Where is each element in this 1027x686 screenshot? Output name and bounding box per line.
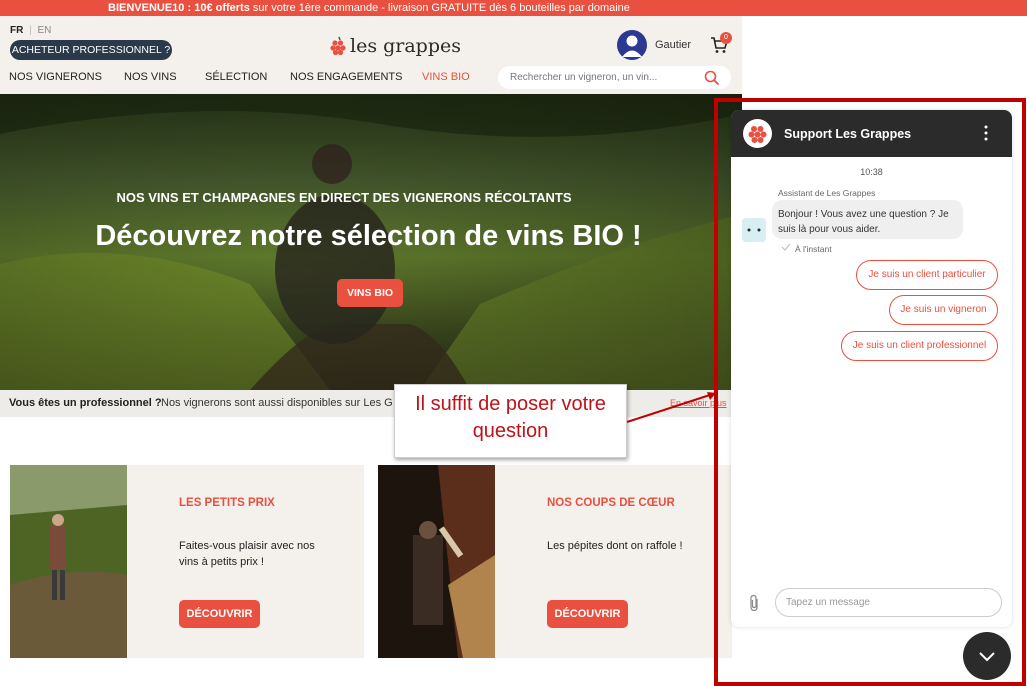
message-status: À l'instant: [795, 244, 832, 254]
user-name: Gautier: [655, 39, 692, 51]
hero-title: Découvrez notre sélection de vins BIO !: [95, 220, 642, 252]
chat-header: Support Les Grappes: [731, 110, 1012, 157]
more-options-icon[interactable]: [983, 124, 989, 142]
annotation-arrow-icon: [626, 392, 717, 423]
card-image-vineyard: [10, 465, 127, 658]
search-input[interactable]: [510, 66, 695, 89]
chat-message-field: [775, 588, 1002, 617]
hero-banner: NOS VINS ET CHAMPAGNES EN DIRECT DES VIG…: [0, 94, 742, 390]
hero-subtitle: NOS VINS ET CHAMPAGNES EN DIRECT DES VIG…: [116, 190, 572, 205]
nav-item-vins[interactable]: NOS VINS: [124, 71, 177, 83]
card-title: NOS COUPS DE CŒUR: [547, 497, 675, 509]
nav-item-selection[interactable]: SÉLECTION: [205, 71, 267, 83]
option-particulier[interactable]: Je suis un client particulier: [856, 260, 998, 290]
nav-item-vins-bio[interactable]: VINS BIO: [422, 71, 470, 83]
promo-text: sur votre 1ère commande - livraison GRAT…: [249, 2, 630, 14]
cart-button[interactable]: 0: [710, 32, 732, 56]
lang-separator: |: [29, 25, 32, 36]
sent-check-icon: [781, 243, 791, 251]
logo-text: les grappes: [350, 35, 462, 57]
nav-item-vignerons[interactable]: NOS VIGNERONS: [9, 71, 102, 83]
promo-code: BIENVENUE10 :: [108, 2, 192, 14]
discover-button[interactable]: DÉCOUVRIR: [547, 600, 628, 628]
discover-button[interactable]: DÉCOUVRIR: [179, 600, 260, 628]
card-image-cellar: [378, 465, 495, 658]
pro-question: Vous êtes un professionnel ?: [9, 397, 162, 409]
lang-en[interactable]: EN: [38, 25, 52, 36]
logo[interactable]: les grappes: [330, 34, 461, 58]
grape-logo-icon: [330, 36, 346, 56]
pro-text: Nos vignerons sont aussi disponibles sur…: [161, 397, 393, 409]
option-vigneron[interactable]: Je suis un vigneron: [889, 295, 998, 325]
card-coups-de-coeur: NOS COUPS DE CŒUR Les pépites dont on ra…: [378, 465, 732, 658]
chat-title: Support Les Grappes: [784, 127, 912, 141]
bot-message: Bonjour ! Vous avez une question ? Je su…: [772, 200, 963, 239]
support-chat-widget: Support Les Grappes 10:38 Assistant de L…: [731, 110, 1012, 627]
promo-banner: BIENVENUE10 : 10€ offerts sur votre 1ère…: [0, 0, 1027, 16]
search-icon[interactable]: [704, 70, 720, 86]
callout-line-1: Il suffit de poser votre: [415, 393, 606, 415]
user-account[interactable]: Gautier: [617, 30, 691, 60]
card-petits-prix: LES PETITS PRIX Faites-vous plaisir avec…: [10, 465, 364, 658]
bot-avatar-icon: [742, 218, 766, 242]
chevron-down-icon: [979, 652, 995, 662]
professional-buyer-button[interactable]: ACHETEUR PROFESSIONNEL ?: [10, 40, 172, 60]
site-header: FR | EN ACHETEUR PROFESSIONNEL ? les gra…: [0, 16, 742, 94]
nav-item-engagements[interactable]: NOS ENGAGEMENTS: [290, 71, 402, 83]
cart-count-badge: 0: [720, 32, 732, 44]
chat-timestamp: 10:38: [860, 167, 883, 177]
card-title: LES PETITS PRIX: [179, 497, 275, 509]
card-text: Les pépites dont on raffole !: [547, 540, 683, 552]
annotation-callout: Il suffit de poser votre question: [394, 384, 627, 458]
chat-logo-icon: [743, 119, 772, 148]
lang-fr[interactable]: FR: [10, 25, 23, 36]
promo-offer: 10€ offerts: [194, 2, 250, 14]
user-avatar-icon: [617, 30, 647, 60]
search-bar: [498, 66, 731, 89]
vins-bio-button[interactable]: VINS BIO: [337, 279, 403, 307]
callout-line-2: question: [472, 420, 549, 442]
language-switch: FR | EN: [10, 25, 51, 36]
chat-toggle-button[interactable]: [963, 632, 1011, 680]
attachment-icon[interactable]: [748, 594, 760, 612]
option-professionnel[interactable]: Je suis un client professionnel: [841, 331, 998, 361]
chat-sender: Assistant de Les Grappes: [778, 188, 876, 198]
card-text: Faites-vous plaisir avec nos vins à peti…: [179, 540, 315, 568]
chat-message-input[interactable]: [786, 589, 986, 616]
